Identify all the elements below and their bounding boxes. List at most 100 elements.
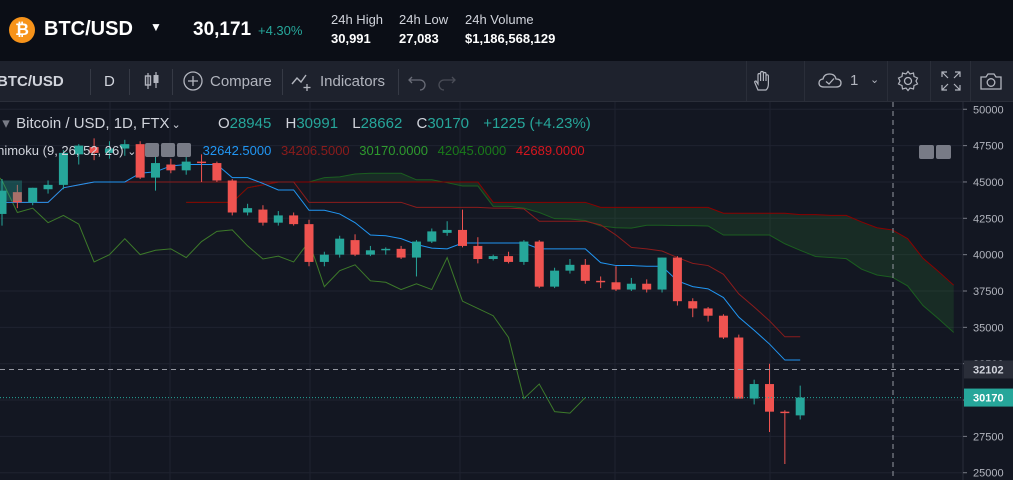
candle-body <box>350 240 360 255</box>
ohlc-high-key: H <box>285 115 297 132</box>
alerts-count[interactable]: 1 <box>850 72 858 89</box>
price-axis-label: 50000 <box>973 104 1004 116</box>
candle-body <box>335 238 345 255</box>
compare-button[interactable]: Compare <box>210 73 272 90</box>
divider <box>930 61 931 102</box>
indicators-icon[interactable] <box>290 70 312 92</box>
divider <box>746 61 747 102</box>
chevron-down-icon[interactable]: ⌄ <box>870 73 879 86</box>
candlestick-chart[interactable]: 5000047500450004250040000375003500032500… <box>0 102 1013 480</box>
ohlc-open-key: O <box>217 115 230 132</box>
price-axis-label: 35000 <box>973 322 1004 334</box>
candle-body <box>519 241 529 262</box>
stat-24h-high: 24h High 30,991 <box>331 12 383 46</box>
divider <box>129 69 130 95</box>
series-legend: ▾ Bitcoin / USD, 1D, FTX ⌄ O28945 H30991 … <box>0 114 591 132</box>
candle-body <box>289 215 299 225</box>
price-axis-label: 42500 <box>973 213 1004 225</box>
candle-body <box>319 254 329 262</box>
candle-body <box>442 229 452 233</box>
candle-body <box>365 250 375 255</box>
candle-body <box>565 264 575 271</box>
divider <box>172 69 173 95</box>
candle-body <box>488 256 498 260</box>
undo-icon[interactable] <box>406 70 428 92</box>
clipped-label-box <box>0 180 22 201</box>
ohlc-close-key: C <box>416 115 428 132</box>
ohlc-close: 30170 <box>427 115 470 132</box>
candle-body <box>626 283 636 290</box>
candle-body <box>534 241 544 287</box>
camera-snapshot-icon[interactable] <box>979 70 1003 92</box>
legend-dropdown-icon[interactable]: ▾ <box>0 114 12 132</box>
stat-24h-volume: 24h Volume $1,186,568,129 <box>465 12 555 46</box>
candle-body <box>227 180 237 213</box>
candle-body <box>580 264 590 281</box>
candle-body <box>43 184 53 190</box>
candle-body <box>411 241 421 258</box>
pane-collapse-icon[interactable] <box>919 145 934 159</box>
candle-body <box>504 256 514 262</box>
chevron-down-icon[interactable]: ▼ <box>150 20 162 34</box>
eye-visibility-icon[interactable] <box>145 143 160 157</box>
chevron-down-icon[interactable]: ⌄ <box>127 146 136 158</box>
cloud-alerts-icon[interactable] <box>817 70 845 92</box>
candle-body <box>765 384 774 412</box>
divider <box>970 61 971 102</box>
redo-icon[interactable] <box>436 70 458 92</box>
stat-label: 24h Volume <box>465 12 534 27</box>
price-axis-label: 37500 <box>973 286 1004 298</box>
candle-body <box>473 245 483 260</box>
toolbar-symbol[interactable]: BTC/USD <box>0 73 64 90</box>
candle-body <box>212 163 222 181</box>
candle-body <box>304 224 314 262</box>
interval-button[interactable]: D <box>104 73 115 90</box>
chart-toolbar: BTC/USD D Compare Indicators 1 ⌄ <box>0 61 1013 102</box>
price-chart[interactable]: 5000047500450004250040000375003500032500… <box>0 102 1013 480</box>
remove-indicator-icon[interactable] <box>177 143 192 157</box>
candle-body <box>642 283 652 290</box>
ohlc-open: 28945 <box>229 115 272 132</box>
candle-body <box>258 209 268 223</box>
ticker-header: ₿ BTC/USD ▼ 30,171 +4.30% 24h High 30,99… <box>0 0 1013 61</box>
candles-chart-type-icon[interactable] <box>141 70 163 92</box>
candle-body <box>273 215 283 223</box>
stat-label: 24h High <box>331 12 384 27</box>
candle-body <box>243 208 253 213</box>
bitcoin-coin-icon: ₿ <box>9 17 35 43</box>
current-price-tag: 30170 <box>973 393 1004 405</box>
settings-icon[interactable] <box>161 143 176 157</box>
indicator-value: 32642.5000 <box>202 143 272 158</box>
candle-body <box>596 280 606 283</box>
ohlc-high: 30991 <box>296 115 339 132</box>
crosshair-price-tag: 32102 <box>973 364 1004 376</box>
price-axis-label: 47500 <box>973 141 1004 153</box>
candle-body <box>550 270 560 287</box>
price-change-percent: +4.30% <box>258 23 303 38</box>
stat-label: 24h Low <box>399 12 449 27</box>
candle-body <box>396 248 406 258</box>
indicator-legend: Ichimoku (9, 26, 52, 26) ⌄ 32642.5000 34… <box>0 143 585 158</box>
hand-pan-icon[interactable] <box>751 70 773 92</box>
indicator-name[interactable]: Ichimoku (9, 26, 52, 26) <box>0 143 124 158</box>
candle-body <box>703 308 713 316</box>
indicator-value: 34206.5000 <box>280 143 350 158</box>
pane-maximize-icon[interactable] <box>936 145 951 159</box>
symbol-selector[interactable]: BTC/USD <box>44 18 133 41</box>
fullscreen-icon[interactable] <box>940 70 962 92</box>
compare-plus-icon[interactable] <box>182 70 204 92</box>
indicator-value: 42689.0000 <box>515 143 585 158</box>
indicators-button[interactable]: Indicators <box>320 73 385 90</box>
candle-body <box>458 229 467 246</box>
series-title: Bitcoin / USD, 1D, FTX <box>16 115 170 132</box>
candle-body <box>672 257 682 302</box>
price-axis-label: 25000 <box>973 468 1004 480</box>
candle-body <box>718 315 728 338</box>
chevron-down-icon[interactable]: ⌄ <box>172 119 181 131</box>
candle-body <box>28 187 38 203</box>
divider <box>804 61 805 102</box>
last-price: 30,171 <box>193 19 252 40</box>
candle-body <box>151 163 160 178</box>
indicator-value: 42045.0000 <box>437 143 507 158</box>
gear-icon[interactable] <box>897 70 919 92</box>
